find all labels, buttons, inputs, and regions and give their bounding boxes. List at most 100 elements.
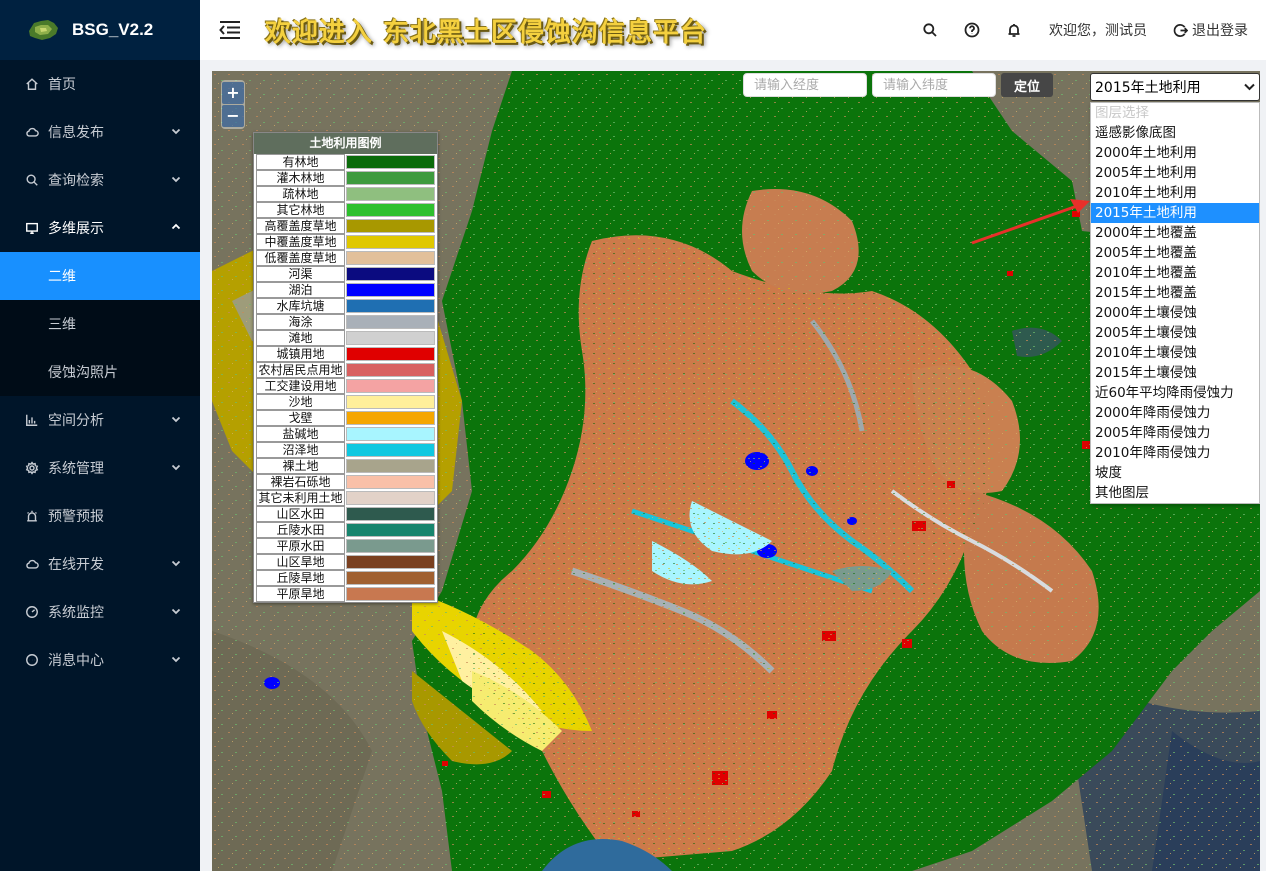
layer-option[interactable]: 2010年土地覆盖 (1091, 263, 1259, 283)
zoom-in-button[interactable]: + (222, 82, 244, 104)
legend-label: 沙地 (256, 394, 345, 410)
layer-option[interactable]: 2010年土地利用 (1091, 183, 1259, 203)
sidebar-subitem-2d[interactable]: 二维 (0, 252, 200, 300)
layer-option[interactable]: 其他图层 (1091, 483, 1259, 503)
legend-swatch (346, 523, 435, 537)
sidebar: BSG_V2.2 首页 信息发布 查询检索 多维展示 二维 三维 侵蚀沟照片 空… (0, 0, 200, 871)
sidebar-item-home[interactable]: 首页 (0, 60, 200, 108)
legend-swatch (346, 555, 435, 569)
sidebar-item-messages[interactable]: 消息中心 (0, 636, 200, 684)
menu-fold-icon[interactable] (219, 20, 241, 40)
layer-option[interactable]: 2015年土壤侵蚀 (1091, 363, 1259, 383)
sidebar-subitem-gully-photos[interactable]: 侵蚀沟照片 (0, 348, 200, 396)
layer-option[interactable]: 近60年平均降雨侵蚀力 (1091, 383, 1259, 403)
sidebar-subitem-3d[interactable]: 三维 (0, 300, 200, 348)
sidebar-item-label: 系统监控 (48, 605, 104, 621)
map-view[interactable]: + − 土地利用图例 有林地 灌木林地 疏林地 其它林地 高覆盖度草地 中覆盖度草地 低覆盖… (212, 71, 1260, 871)
sidebar-item-spatial-analysis[interactable]: 空间分析 (0, 396, 200, 444)
layer-option[interactable]: 2010年土壤侵蚀 (1091, 343, 1259, 363)
legend-swatch (346, 571, 435, 585)
legend-row: 疏林地 (256, 186, 435, 202)
bell-icon[interactable] (1006, 22, 1022, 38)
legend-swatch (346, 411, 435, 425)
legend-label: 丘陵旱地 (256, 570, 345, 586)
sidebar-item-query[interactable]: 查询检索 (0, 156, 200, 204)
chevron-down-icon (170, 461, 182, 473)
legend-row: 城镇用地 (256, 346, 435, 362)
legend-row: 灌木林地 (256, 170, 435, 186)
layer-option[interactable]: 遥感影像底图 (1091, 123, 1259, 143)
legend-row: 平原水田 (256, 538, 435, 554)
layer-option[interactable]: 2005年土壤侵蚀 (1091, 323, 1259, 343)
layer-dropdown-list: 图层选择 遥感影像底图 2000年土地利用 2005年土地利用 2010年土地利用 201… (1090, 102, 1260, 504)
legend-row: 低覆盖度草地 (256, 250, 435, 266)
cloud-icon (24, 556, 40, 572)
legend-row: 山区旱地 (256, 554, 435, 570)
sidebar-item-multi-display[interactable]: 多维展示 (0, 204, 200, 252)
layer-option[interactable]: 2005年降雨侵蚀力 (1091, 423, 1259, 443)
sidebar-item-label: 首页 (48, 77, 76, 93)
sidebar-item-warning[interactable]: 预警预报 (0, 492, 200, 540)
locate-button[interactable]: 定位 (1001, 73, 1053, 97)
legend-label: 戈壁 (256, 410, 345, 426)
layer-option[interactable]: 坡度 (1091, 463, 1259, 483)
header: 欢迎进入 东北黑土区侵蚀沟信息平台 欢迎您，测试员 退出登录 (200, 0, 1266, 60)
legend-row: 盐碱地 (256, 426, 435, 442)
legend-swatch (346, 219, 435, 233)
legend-label: 滩地 (256, 330, 345, 346)
chevron-down-icon (170, 125, 182, 137)
layer-option[interactable]: 2005年土地利用 (1091, 163, 1259, 183)
sidebar-item-online-dev[interactable]: 在线开发 (0, 540, 200, 588)
layer-option[interactable]: 2010年降雨侵蚀力 (1091, 443, 1259, 463)
longitude-input[interactable] (743, 73, 867, 97)
layer-select-value: 2015年土地利用 (1095, 80, 1201, 96)
legend-swatch (346, 395, 435, 409)
sidebar-item-system-admin[interactable]: 系统管理 (0, 444, 200, 492)
chat-icon (24, 652, 40, 668)
legend-label: 有林地 (256, 154, 345, 170)
chevron-down-icon (170, 173, 182, 185)
chevron-down-icon (170, 557, 182, 569)
layer-option[interactable]: 2005年土地覆盖 (1091, 243, 1259, 263)
latitude-input[interactable] (872, 73, 996, 97)
layer-option[interactable]: 2015年土地覆盖 (1091, 283, 1259, 303)
sidebar-item-label: 空间分析 (48, 413, 104, 429)
legend-row: 裸土地 (256, 458, 435, 474)
legend-label: 盐碱地 (256, 426, 345, 442)
home-icon (24, 76, 40, 92)
legend-swatch (346, 347, 435, 361)
legend-swatch (346, 187, 435, 201)
submenu-multi-display: 二维 三维 侵蚀沟照片 (0, 252, 200, 396)
welcome-text: 欢迎您，测试员 (1049, 23, 1147, 39)
layer-option[interactable]: 2000年土壤侵蚀 (1091, 303, 1259, 323)
bar-chart-icon (24, 412, 40, 428)
logout-button[interactable]: 退出登录 (1173, 20, 1248, 40)
search-icon[interactable] (922, 22, 938, 38)
layer-option[interactable]: 2000年土地覆盖 (1091, 223, 1259, 243)
legend-swatch (346, 299, 435, 313)
legend-row: 海涂 (256, 314, 435, 330)
sidebar-item-info-publish[interactable]: 信息发布 (0, 108, 200, 156)
legend-label: 其它未利用土地 (256, 490, 345, 506)
legend-row: 滩地 (256, 330, 435, 346)
legend-row: 丘陵旱地 (256, 570, 435, 586)
legend-swatch (346, 251, 435, 265)
legend-row: 裸岩石砾地 (256, 474, 435, 490)
legend-label: 山区旱地 (256, 554, 345, 570)
legend-label: 中覆盖度草地 (256, 234, 345, 250)
brand-name: BSG_V2.2 (72, 20, 154, 39)
chevron-down-icon (170, 413, 182, 425)
sidebar-item-system-monitor[interactable]: 系统监控 (0, 588, 200, 636)
layer-option[interactable]: 2015年土地利用 (1091, 203, 1259, 223)
zoom-out-button[interactable]: − (222, 105, 244, 127)
layer-select[interactable]: 2015年土地利用 (1090, 73, 1260, 101)
legend-swatch (346, 171, 435, 185)
legend-swatch (346, 475, 435, 489)
chevron-up-icon (170, 221, 182, 233)
help-icon[interactable] (964, 22, 980, 38)
layer-option[interactable]: 2000年降雨侵蚀力 (1091, 403, 1259, 423)
legend-swatch (346, 443, 435, 457)
legend-label: 丘陵水田 (256, 522, 345, 538)
legend-label: 其它林地 (256, 202, 345, 218)
layer-option[interactable]: 2000年土地利用 (1091, 143, 1259, 163)
